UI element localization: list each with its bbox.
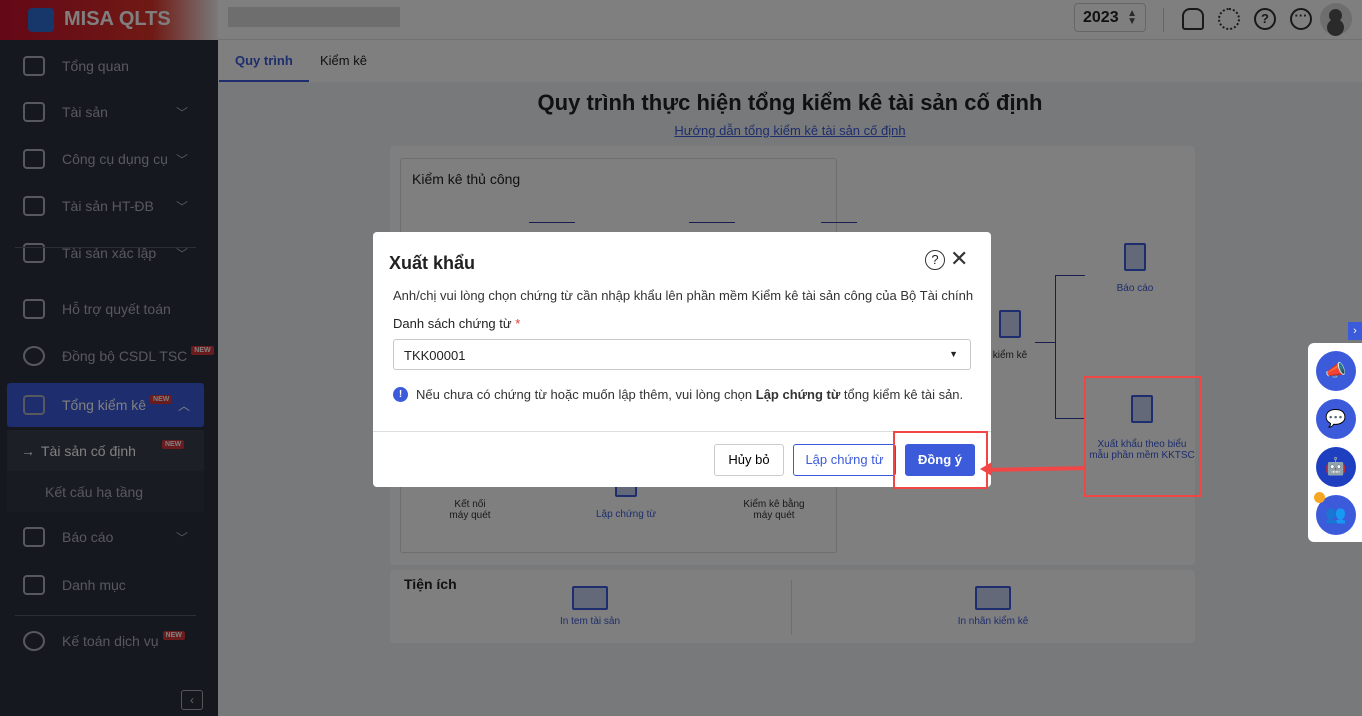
cancel-button[interactable]: Hủy bỏ — [714, 444, 784, 476]
chevron-right-icon[interactable]: › — [1348, 322, 1362, 340]
highlight-box-confirm — [893, 431, 988, 489]
megaphone-icon[interactable]: 📣 — [1316, 351, 1356, 391]
caret-down-icon: ▼ — [949, 349, 958, 359]
bot-icon[interactable]: 🤖 — [1316, 447, 1356, 487]
field-label: Danh sách chứng từ * — [393, 316, 521, 331]
annotation-arrowhead — [980, 462, 992, 476]
help-icon[interactable]: ? — [925, 250, 945, 270]
notification-dot — [1314, 492, 1325, 503]
required-marker: * — [515, 316, 521, 331]
info-icon: ! — [393, 387, 408, 402]
highlight-box-export — [1084, 376, 1201, 497]
create-voucher-button[interactable]: Lập chứng từ — [793, 444, 896, 476]
voucher-select[interactable]: TKK00001 ▼ — [393, 339, 971, 370]
info-note: ! Nếu chưa có chứng từ hoặc muốn lập thêm… — [393, 387, 963, 402]
dialog-title: Xuất khẩu — [389, 253, 476, 273]
floating-support-panel: 📣 💬 🤖 👥 — [1308, 343, 1362, 542]
close-icon[interactable]: ✕ — [950, 246, 968, 272]
chat-icon[interactable]: 💬 — [1316, 399, 1356, 439]
dialog-description: Anh/chị vui lòng chọn chứng từ cần nhập … — [393, 288, 974, 303]
